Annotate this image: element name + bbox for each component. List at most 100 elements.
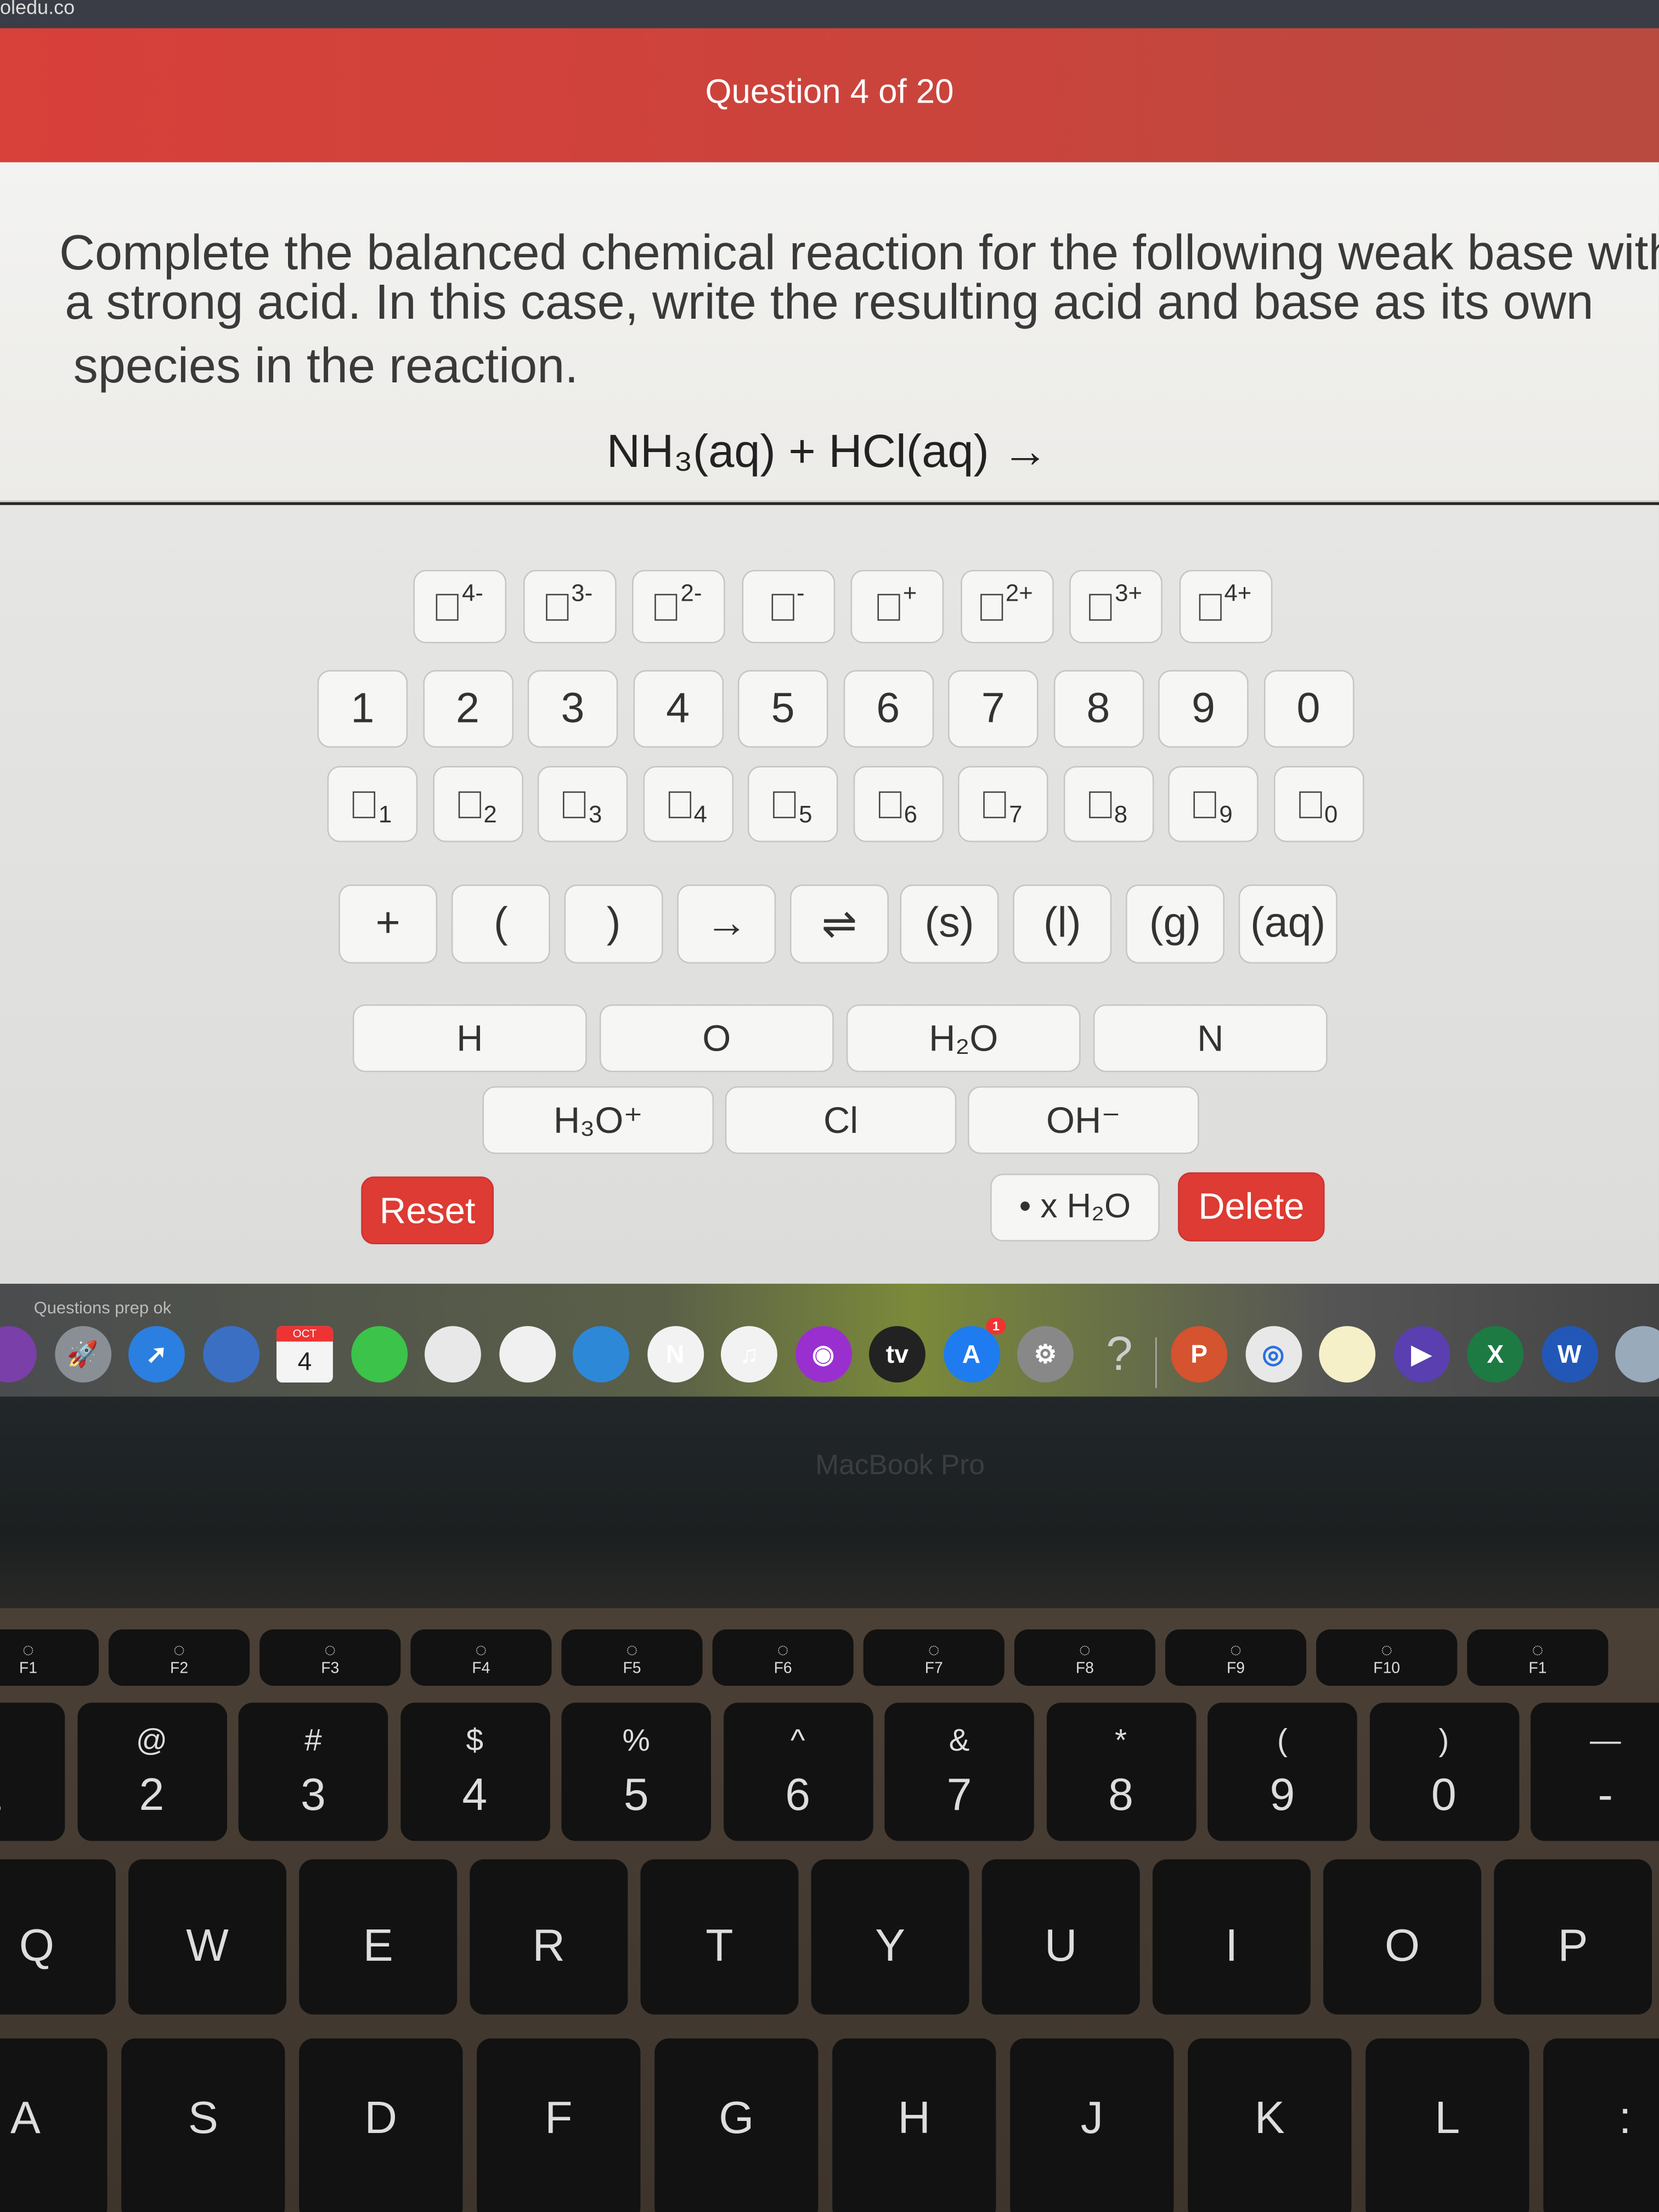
charge-button[interactable]: 4- [413,569,507,644]
species-button[interactable]: H [352,1004,587,1073]
digit-button-1[interactable]: 1 [317,670,408,748]
key-y[interactable]: Y [811,1859,969,2015]
key-1[interactable]: !1 [0,1702,65,1841]
key-5[interactable]: % 5 [561,1702,711,1841]
reaction-equation-input[interactable]: NH₃(aq) + HCl(aq) → [607,425,1048,478]
key-7[interactable]: & 7 [884,1702,1034,1841]
digit-button-2[interactable]: 2 [422,670,513,748]
symbol-button[interactable]: (s) [900,884,999,964]
key-h[interactable]: H [832,2038,996,2212]
species-button[interactable]: Cl [725,1086,957,1154]
species-button[interactable]: H₂O [846,1004,1081,1073]
key-0[interactable]: ) 0 [1369,1702,1519,1841]
key-f6[interactable]: ◌ F6 [712,1629,854,1686]
species-button[interactable]: OH⁻ [967,1086,1199,1154]
digit-button-3[interactable]: 3 [527,670,618,748]
subscript-button[interactable]: 5 [747,766,838,843]
mail-icon[interactable] [202,1326,259,1383]
chrome-icon[interactable]: ◎ [1245,1326,1302,1383]
charge-button[interactable]: - [741,569,834,644]
charge-button[interactable]: 3+ [1069,569,1163,644]
delete-button[interactable]: Delete [1178,1172,1325,1242]
species-button[interactable]: N [1093,1004,1328,1073]
digit-button-8[interactable]: 8 [1053,670,1144,748]
key-f8[interactable]: ◌ F8 [1014,1629,1155,1686]
podcasts-icon[interactable]: ◉ [794,1326,851,1383]
key-f5[interactable]: ◌ F5 [561,1629,703,1686]
key-w[interactable]: W [128,1859,286,2015]
subscript-button[interactable]: 1 [327,766,418,843]
key-s[interactable]: S [121,2038,285,2212]
charge-button[interactable]: 2+ [960,569,1053,644]
vpn-icon[interactable]: ▶ [1393,1326,1450,1383]
key-f1[interactable]: ◌ F1 [0,1629,99,1686]
digit-button-9[interactable]: 9 [1158,670,1249,748]
charge-button[interactable]: + [850,569,944,644]
siri-icon[interactable] [0,1326,37,1383]
subscript-button[interactable]: 3 [537,766,628,843]
key-d[interactable]: D [299,2038,463,2212]
charge-button[interactable]: 2- [631,569,725,644]
key-e[interactable]: E [299,1859,458,2015]
music-icon[interactable]: ♫ [720,1326,777,1383]
key-f4[interactable]: ◌ F4 [410,1629,552,1686]
photos-icon[interactable] [498,1326,555,1383]
key-t[interactable]: T [640,1859,799,2015]
key-o[interactable]: O [1323,1859,1481,2015]
reset-button[interactable]: Reset [361,1176,494,1244]
subscript-button[interactable]: 8 [1063,766,1154,843]
key-3[interactable]: #3 [238,1702,388,1841]
safari-icon[interactable]: ➚ [128,1326,185,1383]
key-p[interactable]: P [1494,1859,1652,2015]
facetime-icon[interactable] [350,1326,407,1383]
apple-tv-icon[interactable]: tv [868,1326,926,1383]
key-f10[interactable]: ◌ F10 [1316,1629,1458,1686]
word-icon[interactable]: W [1541,1326,1598,1383]
symbol-button[interactable]: ( [451,884,550,964]
help-icon[interactable]: ? [1091,1326,1148,1383]
key-f7[interactable]: ◌ F7 [863,1629,1005,1686]
charge-button[interactable]: 4+ [1178,569,1272,644]
key-l[interactable]: L [1365,2038,1530,2212]
notes-icon[interactable] [1319,1326,1376,1383]
key-6[interactable]: ^ 6 [723,1702,873,1841]
key-:[interactable]: : [1543,2038,1659,2212]
species-button[interactable]: H₃O⁺ [482,1086,714,1154]
subscript-button[interactable]: 0 [1273,766,1364,843]
key-i[interactable]: I [1152,1859,1311,2015]
digit-button-7[interactable]: 7 [947,670,1039,748]
system-preferences-icon[interactable]: ⚙ [1017,1326,1074,1383]
key-a[interactable]: A [0,2038,108,2212]
subscript-button[interactable]: 7 [957,766,1048,843]
subscript-button[interactable]: 2 [432,766,523,843]
key-f1[interactable]: ◌ F1 [1467,1629,1609,1686]
preview-icon[interactable] [1615,1326,1659,1383]
key-4[interactable]: $4 [399,1702,550,1841]
symbol-button[interactable]: (aq) [1238,884,1338,964]
species-button[interactable]: O [599,1004,834,1073]
news-icon[interactable]: N [646,1326,703,1383]
digit-button-5[interactable]: 5 [737,670,828,748]
key-f[interactable]: F [477,2038,641,2212]
key-f9[interactable]: ◌ F9 [1165,1629,1307,1686]
launchpad-icon[interactable]: 🚀 [54,1326,111,1383]
key-f2[interactable]: ◌ F2 [108,1629,250,1686]
digit-button-0[interactable]: 0 [1263,670,1354,748]
symbol-button[interactable]: ⇌ [789,884,889,964]
symbol-button[interactable]: + [338,884,438,964]
keynote-icon[interactable] [572,1326,629,1383]
symbol-button[interactable]: → [677,884,776,964]
digit-button-6[interactable]: 6 [843,670,933,748]
key-r[interactable]: R [470,1859,628,2015]
digit-button-4[interactable]: 4 [633,670,723,748]
key-j[interactable]: J [1010,2038,1174,2212]
calendar-icon[interactable]: OCT 4 [276,1326,333,1383]
key-9[interactable]: (9 [1207,1702,1357,1841]
key-8[interactable]: * 8 [1046,1702,1196,1841]
hydrate-button[interactable]: • x H₂O [990,1173,1160,1242]
key-q[interactable]: Q [0,1859,116,2015]
key--[interactable]: — - [1530,1702,1659,1841]
charge-button[interactable]: 3- [522,569,616,644]
powerpoint-icon[interactable]: P [1171,1326,1228,1383]
app-store-icon[interactable]: A1 [943,1317,1006,1383]
